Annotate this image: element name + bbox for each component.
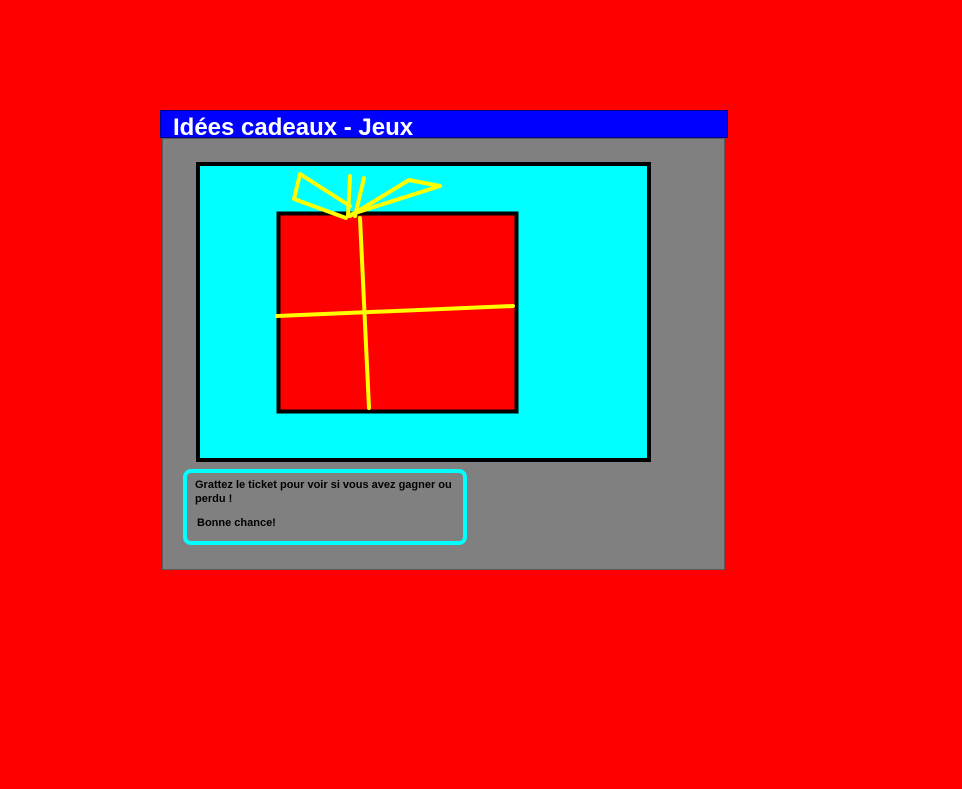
scratch-ticket[interactable]: [196, 162, 651, 462]
gift-icon: [275, 172, 519, 414]
title-bar: Idées cadeaux - Jeux: [160, 110, 728, 138]
instructions-text: Grattez le ticket pour voir si vous avez…: [195, 479, 452, 505]
bow-strand-1: [346, 174, 352, 218]
bow-left-loop: [292, 172, 352, 220]
instructions-box: Grattez le ticket pour voir si vous avez…: [183, 469, 467, 545]
page-title: Idées cadeaux - Jeux: [173, 114, 414, 138]
good-luck-text: Bonne chance!: [197, 517, 276, 529]
